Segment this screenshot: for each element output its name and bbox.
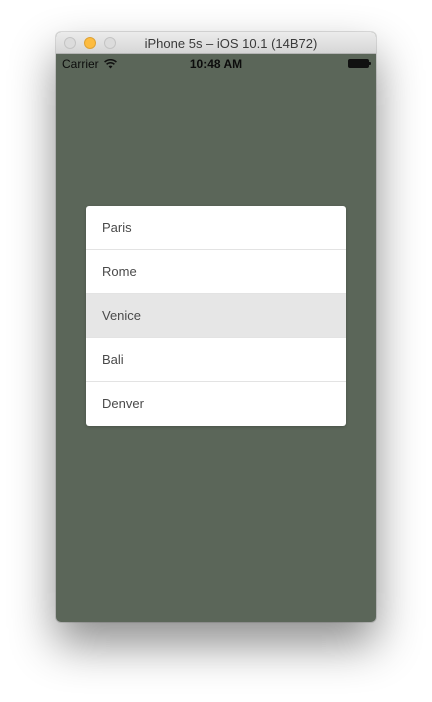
simulator-window: iPhone 5s – iOS 10.1 (14B72) Carrier 10:… (56, 32, 376, 622)
list-item-bali[interactable]: Bali (86, 338, 346, 382)
list-item-denver[interactable]: Denver (86, 382, 346, 426)
battery-icon (348, 59, 371, 68)
window-title: iPhone 5s – iOS 10.1 (14B72) (144, 36, 318, 51)
city-picker-list: Paris Rome Venice Bali Denver (86, 206, 346, 426)
status-bar: Carrier 10:48 AM (56, 54, 376, 74)
list-item-venice[interactable]: Venice (86, 294, 346, 338)
status-time: 10:48 AM (189, 57, 243, 71)
list-item-paris[interactable]: Paris (86, 206, 346, 250)
title-bar[interactable]: iPhone 5s – iOS 10.1 (14B72) (56, 32, 376, 54)
list-item-rome[interactable]: Rome (86, 250, 346, 294)
